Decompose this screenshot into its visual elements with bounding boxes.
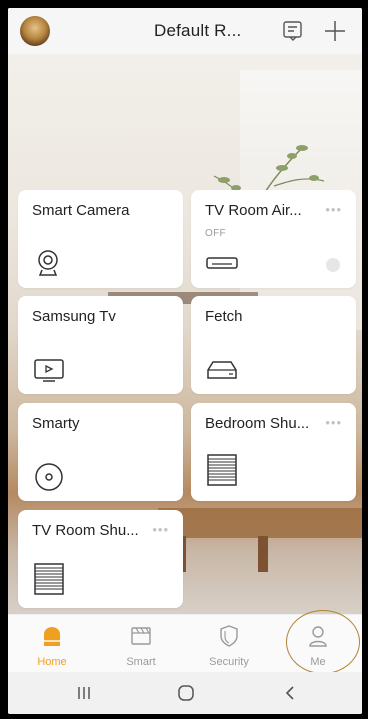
ac-unit-icon xyxy=(206,257,238,269)
recents-button[interactable] xyxy=(72,682,96,704)
device-card-bedroom-shutter[interactable]: Bedroom Shu... ••• xyxy=(191,403,356,501)
home-selector[interactable]: Default R... xyxy=(154,21,241,41)
shutter-icon xyxy=(34,563,64,595)
settop-box-icon xyxy=(207,361,237,379)
home-icon xyxy=(44,627,60,646)
bottom-tab-bar: Home Smart Security Me xyxy=(8,614,362,672)
device-name: Bedroom Shu... xyxy=(205,415,310,432)
more-options-icon[interactable]: ••• xyxy=(152,522,169,537)
add-icon[interactable] xyxy=(322,18,348,44)
device-status: OFF xyxy=(205,228,226,239)
bench-leg xyxy=(258,536,268,572)
device-card-samsung-tv[interactable]: Samsung Tv xyxy=(18,296,183,394)
app-screen: Default R... Smart Camera TV Room Air...… xyxy=(8,8,362,714)
back-button[interactable] xyxy=(278,682,302,704)
camera-icon xyxy=(38,250,58,276)
tv-icon xyxy=(34,359,64,382)
device-name: Smarty xyxy=(32,415,80,432)
shield-icon xyxy=(220,625,238,647)
device-card-fetch[interactable]: Fetch xyxy=(191,296,356,394)
avatar[interactable] xyxy=(20,16,50,46)
tab-label: Smart xyxy=(126,656,156,668)
messages-icon[interactable] xyxy=(280,18,306,44)
device-card-tv-room-air[interactable]: TV Room Air... OFF ••• xyxy=(191,190,356,288)
device-name: Samsung Tv xyxy=(32,308,116,325)
person-icon xyxy=(309,626,327,647)
speaker-icon xyxy=(35,463,63,491)
top-bar: Default R... xyxy=(8,8,362,54)
tab-label: Home xyxy=(37,656,67,668)
home-button[interactable] xyxy=(174,682,198,704)
power-toggle[interactable] xyxy=(326,258,340,272)
device-name: TV Room Air... xyxy=(205,202,302,219)
tab-me[interactable]: Me xyxy=(274,615,362,673)
device-card-tv-room-shutter[interactable]: TV Room Shu... ••• xyxy=(18,510,183,608)
tab-label: Security xyxy=(209,656,249,668)
tab-smart[interactable]: Smart xyxy=(97,615,185,673)
tab-label: Me xyxy=(310,656,326,668)
more-options-icon[interactable]: ••• xyxy=(325,202,342,217)
more-options-icon[interactable]: ••• xyxy=(325,415,342,430)
system-navigation-bar xyxy=(8,672,362,714)
smart-icon xyxy=(131,627,151,645)
device-card-smarty[interactable]: Smarty xyxy=(18,403,183,501)
wooden-bench xyxy=(158,508,362,538)
shutter-icon xyxy=(207,454,237,486)
device-name: Fetch xyxy=(205,308,243,325)
tab-security[interactable]: Security xyxy=(185,615,273,673)
device-name: TV Room Shu... xyxy=(32,522,139,539)
tab-home[interactable]: Home xyxy=(8,615,96,673)
device-name: Smart Camera xyxy=(32,202,130,219)
device-card-smart-camera[interactable]: Smart Camera xyxy=(18,190,183,288)
